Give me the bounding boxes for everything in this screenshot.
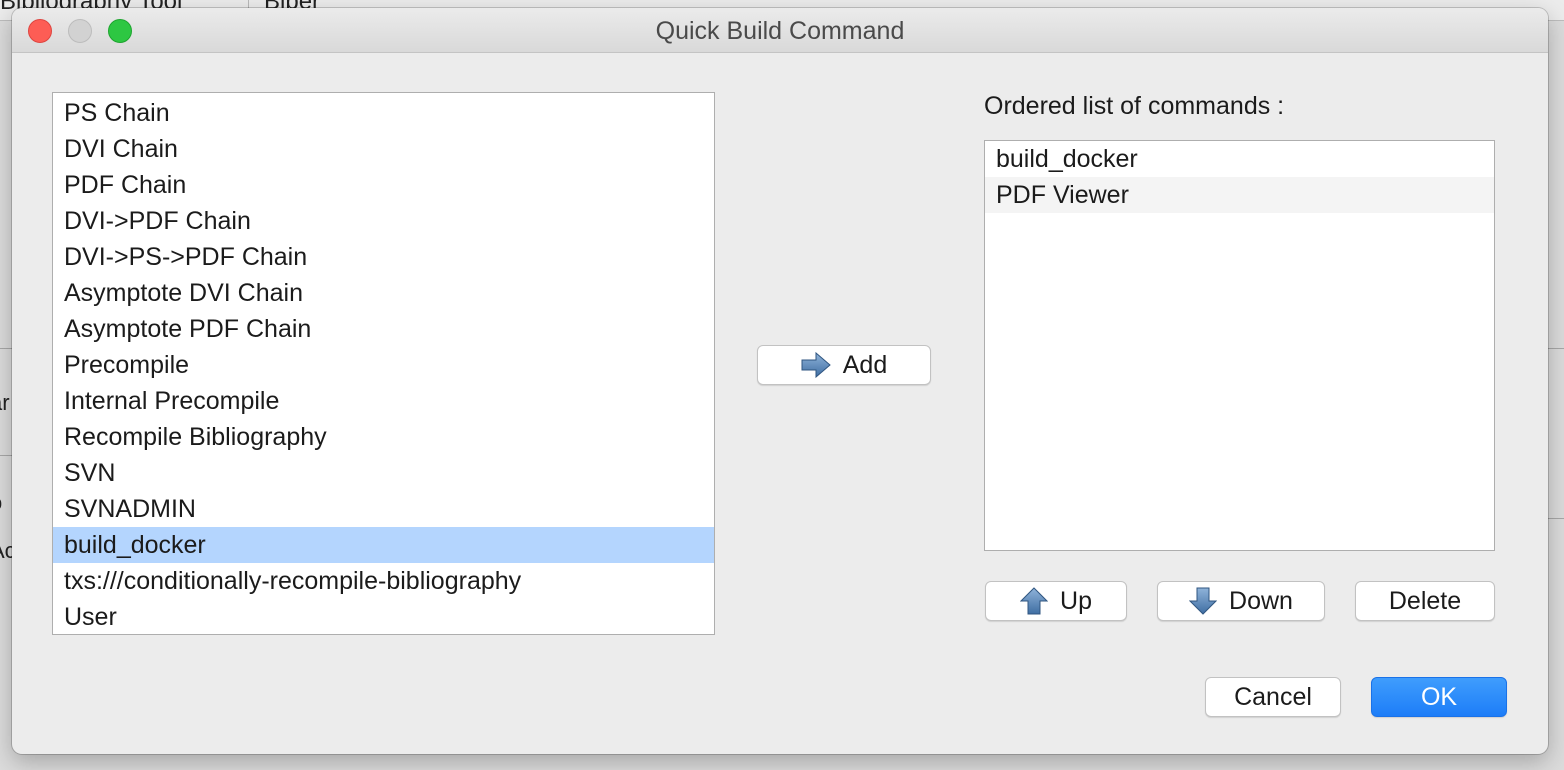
ordered-list-item[interactable]: PDF Viewer: [985, 177, 1494, 213]
quick-build-dialog: Quick Build Command PS Chain DVI Chain PDF…: [12, 8, 1548, 754]
dialog-title: Quick Build Command: [655, 17, 905, 45]
ok-button[interactable]: OK: [1371, 677, 1507, 717]
command-list-item[interactable]: DVI Chain: [53, 131, 714, 167]
command-list-item[interactable]: Recompile Bibliography: [53, 419, 714, 455]
command-list-item[interactable]: Asymptote DVI Chain: [53, 275, 714, 311]
command-list-item[interactable]: Internal Precompile: [53, 383, 714, 419]
command-list-item[interactable]: txs:///conditionally-recompile-bibliogra…: [53, 563, 714, 599]
add-button[interactable]: Add: [757, 345, 931, 385]
background-divider: [1548, 348, 1564, 349]
background-fragment: ar: [0, 390, 10, 415]
ok-button-label: OK: [1420, 682, 1458, 711]
command-list-item[interactable]: SVNADMIN: [53, 491, 714, 527]
command-list-item[interactable]: SVN: [53, 455, 714, 491]
cancel-button[interactable]: Cancel: [1205, 677, 1341, 717]
command-list-item[interactable]: Precompile: [53, 347, 714, 383]
command-list-item[interactable]: User: [53, 599, 714, 634]
command-list-item[interactable]: DVI->PDF Chain: [53, 203, 714, 239]
arrow-right-icon: [801, 352, 831, 378]
background-divider: [1548, 518, 1564, 519]
ordered-list-label: Ordered list of commands :: [984, 92, 1285, 120]
delete-button-label: Delete: [1388, 586, 1462, 615]
ordered-commands-list[interactable]: build_docker PDF Viewer: [984, 140, 1495, 551]
command-list-item[interactable]: DVI->PS->PDF Chain: [53, 239, 714, 275]
add-button-label: Add: [842, 350, 888, 379]
down-button-label: Down: [1229, 586, 1293, 615]
delete-button[interactable]: Delete: [1355, 581, 1495, 621]
arrow-down-icon: [1189, 587, 1218, 615]
available-commands-list[interactable]: PS Chain DVI Chain PDF Chain DVI->PDF Chain…: [52, 92, 715, 635]
background-fragment: o: [0, 490, 2, 516]
cancel-button-label: Cancel: [1234, 682, 1312, 711]
down-button[interactable]: Down: [1157, 581, 1325, 621]
command-list-item[interactable]: PS Chain: [53, 95, 714, 131]
up-button[interactable]: Up: [985, 581, 1127, 621]
title-bar: Quick Build Command: [12, 8, 1548, 53]
up-button-label: Up: [1060, 586, 1092, 615]
arrow-up-icon: [1020, 587, 1049, 615]
command-list-item[interactable]: build_docker: [53, 527, 714, 563]
command-list-item[interactable]: Asymptote PDF Chain: [53, 311, 714, 347]
command-list-item[interactable]: PDF Chain: [53, 167, 714, 203]
ordered-list-item[interactable]: build_docker: [985, 141, 1494, 177]
